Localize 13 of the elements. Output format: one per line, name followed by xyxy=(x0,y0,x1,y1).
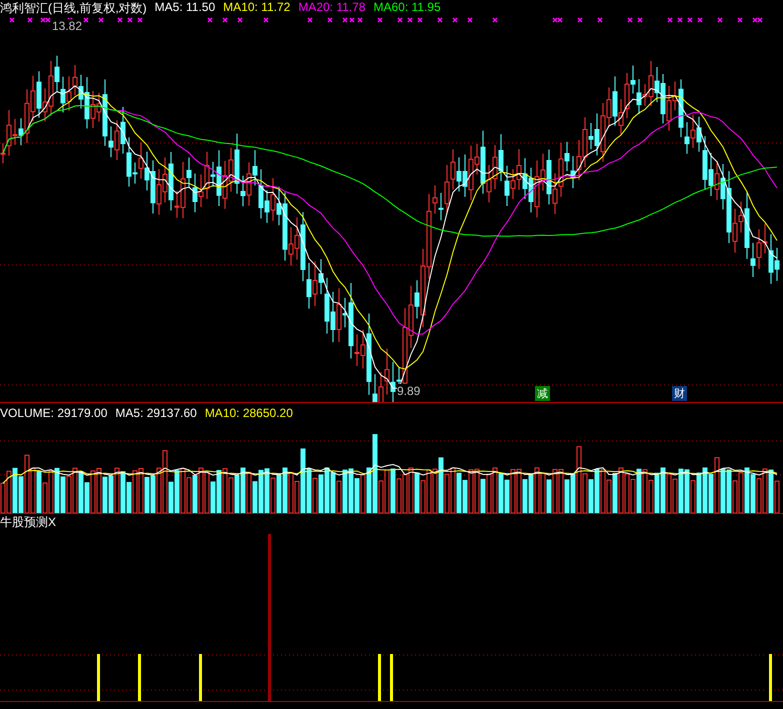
high-price-label: 13.82 xyxy=(52,19,82,33)
volume-label: MA5: 29137.60 xyxy=(115,406,197,420)
moving-average-label: MA20: 11.78 xyxy=(298,0,366,16)
moving-average-label: MA10: 11.72 xyxy=(223,0,290,16)
volume-label: VOLUME: 29179.00 xyxy=(0,406,108,420)
event-badge: 减 xyxy=(535,386,550,401)
moving-average-label: MA5: 11.50 xyxy=(154,0,216,16)
low-price-label: 9.89 xyxy=(397,384,420,398)
panel-title: 牛股预测X xyxy=(0,514,56,531)
volume-label: MA10: 28650.20 xyxy=(204,406,293,420)
chart-title: 鸿利智汇(日线,前复权,对数) xyxy=(0,0,147,17)
moving-average-label: MA60: 11.95 xyxy=(373,0,441,16)
event-badge: 财 xyxy=(672,386,687,401)
